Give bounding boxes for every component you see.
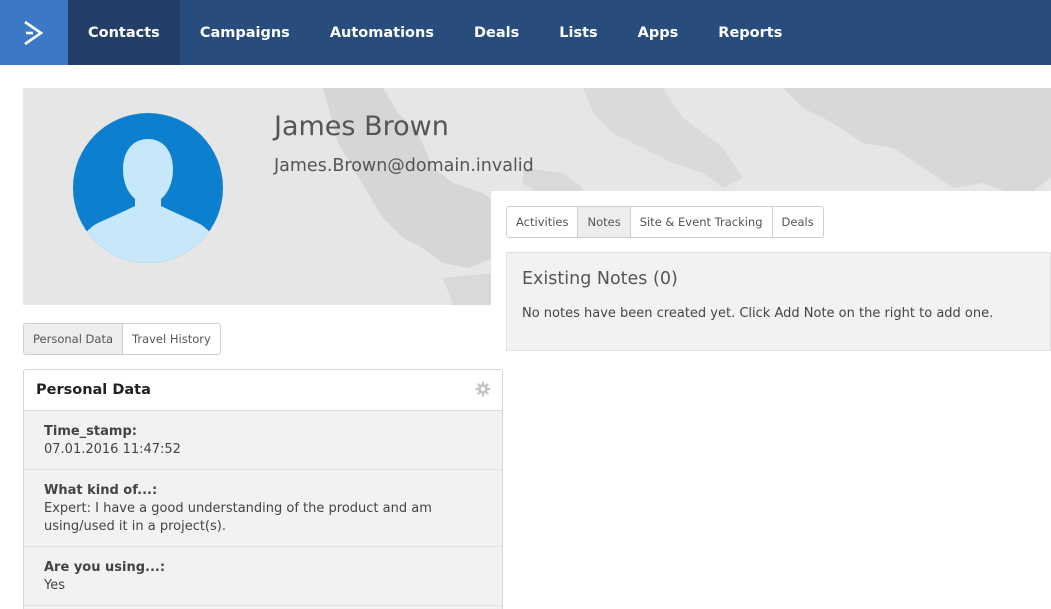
chevron-right-logo-icon bbox=[24, 20, 44, 45]
field-label: What kind of...: bbox=[44, 483, 158, 498]
field-value: Yes bbox=[44, 578, 65, 593]
avatar bbox=[73, 113, 223, 263]
nav-item-contacts[interactable]: Contacts bbox=[68, 0, 180, 65]
tab-notes[interactable]: Notes bbox=[578, 207, 631, 237]
nav-item-campaigns[interactable]: Campaigns bbox=[180, 0, 310, 65]
nav-item-deals[interactable]: Deals bbox=[454, 0, 539, 65]
notes-empty-message: No notes have been created yet. Click Ad… bbox=[522, 306, 994, 321]
field-label: Are you using...: bbox=[44, 560, 166, 575]
tab-personal-data[interactable]: Personal Data bbox=[24, 324, 124, 354]
main-nav: Contacts Campaigns Automations Deals Lis… bbox=[68, 0, 802, 65]
activity-panel: Activities Notes Site & Event Tracking D… bbox=[491, 191, 1051, 609]
personal-data-title: Personal Data bbox=[36, 382, 151, 398]
field-row-are-you-using: Are you using...: Yes bbox=[24, 547, 502, 606]
nav-item-apps[interactable]: Apps bbox=[618, 0, 699, 65]
notes-title: Existing Notes (0) bbox=[522, 269, 678, 289]
contact-email[interactable]: James.Brown@domain.invalid bbox=[274, 156, 534, 176]
top-navigation-bar: Contacts Campaigns Automations Deals Lis… bbox=[0, 0, 1051, 65]
tab-site-event-tracking[interactable]: Site & Event Tracking bbox=[631, 207, 773, 237]
person-silhouette-icon bbox=[73, 139, 223, 263]
field-row-what-kind-of: What kind of...: Expert: I have a good u… bbox=[24, 470, 502, 547]
tab-deals[interactable]: Deals bbox=[773, 207, 823, 237]
personal-data-card: Personal Data Time_stamp: 07.01.2016 11:… bbox=[23, 369, 503, 609]
nav-item-automations[interactable]: Automations bbox=[310, 0, 454, 65]
notes-section: Existing Notes (0) No notes have been cr… bbox=[506, 252, 1051, 351]
contact-data-tabs: Personal Data Travel History bbox=[23, 323, 221, 355]
field-row-time-stamp: Time_stamp: 07.01.2016 11:47:52 bbox=[24, 411, 502, 470]
field-value: 07.01.2016 11:47:52 bbox=[44, 442, 181, 457]
nav-item-reports[interactable]: Reports bbox=[698, 0, 802, 65]
logo[interactable] bbox=[0, 0, 68, 65]
field-label: Time_stamp: bbox=[44, 424, 137, 439]
personal-data-header: Personal Data bbox=[24, 370, 502, 411]
activity-tabs: Activities Notes Site & Event Tracking D… bbox=[506, 206, 824, 238]
nav-item-lists[interactable]: Lists bbox=[539, 0, 617, 65]
contact-name: James Brown bbox=[274, 111, 449, 142]
tab-travel-history[interactable]: Travel History bbox=[123, 324, 220, 354]
tab-activities[interactable]: Activities bbox=[507, 207, 579, 237]
gear-icon[interactable] bbox=[475, 381, 491, 397]
field-value: Expert: I have a good understanding of t… bbox=[44, 501, 432, 534]
